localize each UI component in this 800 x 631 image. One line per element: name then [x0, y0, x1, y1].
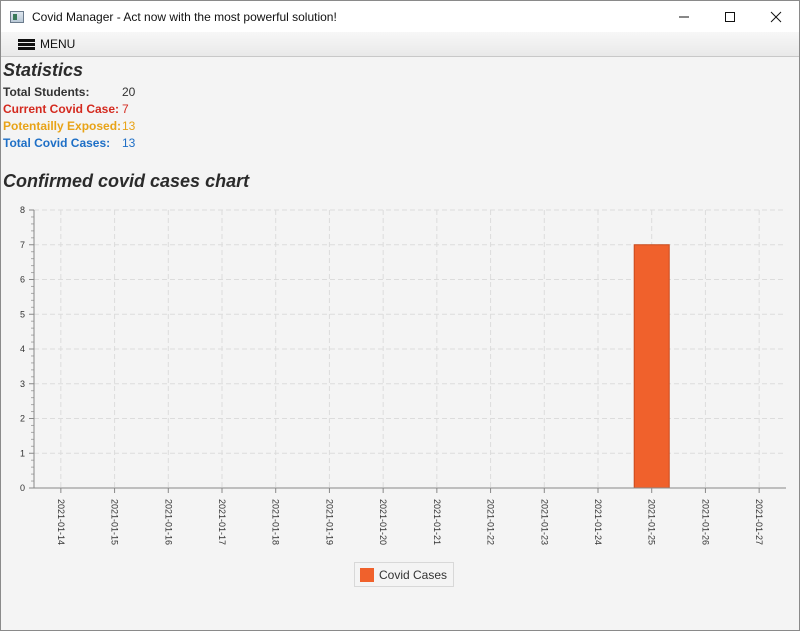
x-tick-label: 2021-01-18	[271, 499, 281, 545]
x-tick-label: 2021-01-20	[378, 499, 388, 545]
y-tick-label: 5	[20, 309, 25, 319]
legend-label: Covid Cases	[379, 567, 448, 582]
stat-row-potentially-exposed: Potentailly Exposed: 13	[3, 119, 135, 135]
minimize-icon	[679, 16, 689, 17]
stat-row-current-cases: Current Covid Case: 7	[3, 102, 129, 118]
app-icon	[10, 10, 24, 23]
menu-bar: MENU	[1, 32, 799, 57]
chart-heading: Confirmed covid cases chart	[3, 171, 250, 191]
x-tick-label: 2021-01-23	[539, 499, 549, 545]
stat-row-total-students: Total Students: 20	[3, 85, 135, 101]
x-tick-label: 2021-01-14	[56, 499, 66, 545]
app-window: Covid Manager - Act now with the most po…	[0, 0, 800, 631]
close-button[interactable]	[753, 1, 799, 32]
x-tick-label: 2021-01-22	[486, 499, 496, 545]
close-icon	[770, 11, 782, 22]
hamburger-icon	[18, 38, 35, 50]
y-tick-label: 4	[20, 344, 25, 354]
minimize-button[interactable]	[661, 1, 707, 32]
maximize-button[interactable]	[707, 1, 753, 32]
stat-label: Potentailly Exposed:	[3, 119, 122, 133]
stat-value: 20	[122, 85, 136, 99]
stat-value: 13	[122, 119, 136, 133]
window-title: Covid Manager - Act now with the most po…	[32, 9, 337, 24]
x-tick-label: 2021-01-21	[432, 499, 442, 545]
y-tick-label: 3	[20, 379, 25, 389]
menu-button[interactable]: MENU	[18, 32, 75, 56]
x-tick-label: 2021-01-26	[700, 499, 710, 545]
x-tick-label: 2021-01-16	[163, 499, 173, 545]
cases-bar-chart: 0 1 2 3 4 5 6 7 8 2021-01-14 2021-01-15 2021-01-16 2…	[20, 205, 786, 545]
y-tick-label: 7	[20, 240, 25, 250]
y-tick-label: 2	[20, 414, 25, 424]
bar-covid-cases	[633, 244, 670, 489]
y-tick-label: 1	[20, 448, 25, 458]
menu-label: MENU	[40, 37, 76, 51]
stat-value: 7	[122, 102, 129, 116]
x-tick-label: 2021-01-27	[754, 499, 764, 545]
stat-row-total-cases: Total Covid Cases: 13	[3, 136, 135, 152]
stat-value: 13	[122, 136, 136, 150]
x-tick-label: 2021-01-25	[647, 499, 657, 545]
window-controls	[661, 1, 799, 32]
title-bar: Covid Manager - Act now with the most po…	[1, 1, 799, 32]
stat-label: Total Students:	[3, 85, 90, 99]
legend-swatch	[360, 567, 374, 582]
x-tick-label: 2021-01-15	[110, 499, 120, 545]
stat-label: Current Covid Case:	[3, 102, 120, 116]
y-tick-label: 6	[20, 275, 25, 285]
maximize-icon	[725, 11, 735, 22]
chart-legend: Covid Cases	[354, 562, 455, 587]
x-tick-label: 2021-01-17	[217, 499, 227, 545]
statistics-heading: Statistics	[3, 60, 84, 80]
y-tick-label: 0	[20, 483, 25, 493]
stat-label: Total Covid Cases:	[3, 136, 111, 150]
y-tick-label: 8	[20, 205, 25, 215]
x-tick-label: 2021-01-19	[324, 499, 334, 545]
x-tick-label: 2021-01-24	[593, 499, 603, 545]
